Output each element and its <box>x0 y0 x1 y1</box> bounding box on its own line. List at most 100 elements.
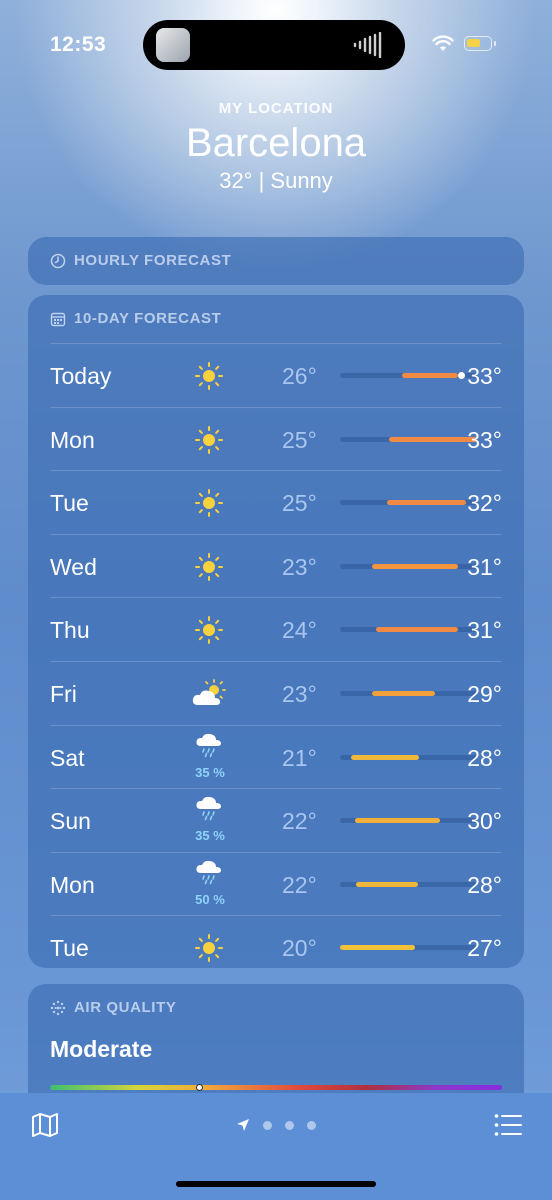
temp-range-track <box>340 563 477 569</box>
temp-range-bar <box>401 373 458 378</box>
current-summary: 32° | Sunny <box>219 168 333 193</box>
forecast-row[interactable]: Tue 25° 32° <box>50 470 502 534</box>
low-temp: 25° <box>282 490 317 517</box>
page-dot <box>285 1120 294 1130</box>
sun-icon <box>194 615 224 645</box>
current-temp-marker <box>458 372 466 379</box>
clock-icon <box>50 253 66 268</box>
ten-day-forecast-header: 10-DAY FORECAST <box>50 310 221 327</box>
forecast-day: Mon <box>50 871 95 898</box>
high-temp: 28° <box>467 744 502 771</box>
forecast-day: Fri <box>50 680 77 707</box>
battery-icon <box>464 36 496 51</box>
sun-icon <box>194 425 224 455</box>
rain-cloud-icon <box>194 859 224 889</box>
forecast-day: Thu <box>50 617 90 644</box>
temp-range-bar <box>356 881 419 887</box>
rain-cloud-icon <box>194 795 224 825</box>
forecast-row[interactable]: Mon 25° 33° <box>50 406 502 471</box>
air-quality-title: AIR QUALITY <box>74 999 177 1016</box>
high-temp: 28° <box>467 871 502 898</box>
now-playing-thumbnail <box>156 28 190 62</box>
low-temp: 26° <box>282 363 317 389</box>
forecast-day: Tue <box>50 490 89 517</box>
temp-range-bar <box>340 945 416 951</box>
status-time: 12:53 <box>50 33 107 56</box>
temp-range-track <box>340 436 477 442</box>
high-temp: 27° <box>467 935 502 962</box>
forecast-day: Sat <box>50 744 85 771</box>
hourly-forecast-card[interactable]: HOURLY FORECAST <box>28 237 524 285</box>
high-temp: 31° <box>467 553 502 580</box>
high-temp: 30° <box>467 808 502 835</box>
temp-range-bar <box>375 627 458 633</box>
low-temp: 24° <box>282 617 317 644</box>
status-bar: 12:53 <box>0 0 552 90</box>
partly-cloudy-icon <box>190 679 226 709</box>
temp-range-track <box>340 818 477 824</box>
temp-range-bar <box>386 500 467 506</box>
temp-range-track <box>340 945 477 951</box>
low-temp: 23° <box>282 553 317 580</box>
temp-range-bar <box>371 563 458 569</box>
temp-range-track <box>340 627 477 633</box>
forecast-rows: Today 26° 33° Mon 25° 33° Tue 25° 32° Wed 23° 31° Th… <box>50 343 502 979</box>
forecast-day: Tue <box>50 935 89 962</box>
air-quality-header: AIR QUALITY <box>50 999 176 1016</box>
forecast-row[interactable]: Sun 35 % 22° 30° <box>50 788 502 852</box>
location-arrow-icon <box>237 1119 249 1131</box>
city-name: Barcelona <box>185 121 367 165</box>
location-label: MY LOCATION <box>218 100 334 117</box>
high-temp: 33° <box>467 363 502 389</box>
forecast-row[interactable]: Sat 35 % 21° 28° <box>50 724 502 789</box>
ten-day-forecast-title: 10-DAY FORECAST <box>74 310 222 327</box>
sun-icon <box>194 361 224 391</box>
list-icon[interactable] <box>494 1113 522 1137</box>
page-dot <box>307 1120 316 1130</box>
rain-cloud-icon <box>194 732 224 762</box>
dynamic-island[interactable] <box>143 20 405 70</box>
forecast-row[interactable]: Wed 23° 31° <box>50 533 502 598</box>
forecast-row[interactable]: Mon 50 % 22° 28° <box>50 851 502 916</box>
sun-icon <box>194 488 224 518</box>
bottom-toolbar <box>0 1093 552 1200</box>
calendar-icon <box>50 312 66 326</box>
air-quality-scale <box>50 1084 502 1091</box>
page-dot <box>263 1120 272 1130</box>
temp-range-bar <box>389 436 477 442</box>
low-temp: 21° <box>282 744 317 771</box>
home-indicator <box>176 1181 376 1187</box>
sun-icon <box>194 933 224 963</box>
sun-icon <box>194 552 224 582</box>
temp-range-track <box>340 690 477 696</box>
hourly-forecast-title: HOURLY FORECAST <box>74 252 232 269</box>
audio-waveform-icon <box>353 32 382 58</box>
hourly-forecast-header: HOURLY FORECAST <box>50 252 231 269</box>
low-temp: 23° <box>282 680 317 707</box>
page-indicator[interactable] <box>0 1118 552 1132</box>
temp-range-bar <box>350 754 420 760</box>
forecast-day: Today <box>50 363 112 389</box>
precip-chance: 50 % <box>195 891 225 907</box>
high-temp: 32° <box>467 490 502 517</box>
forecast-row[interactable]: Thu 24° 31° <box>50 597 502 661</box>
temp-range-bar <box>355 818 440 824</box>
forecast-row[interactable]: Tue 20° 27° <box>50 915 502 979</box>
temp-range-track <box>340 881 477 887</box>
ten-day-forecast-card[interactable]: 10-DAY FORECAST Today 26° 33° Mon 25° 33° Tue 2… <box>28 295 524 968</box>
location-header: MY LOCATION Barcelona 32° | Sunny <box>0 100 552 194</box>
forecast-day: Mon <box>50 426 95 453</box>
high-temp: 31° <box>467 617 502 644</box>
air-quality-marker <box>195 1084 203 1091</box>
high-temp: 33° <box>467 426 502 453</box>
high-temp: 29° <box>467 680 502 707</box>
forecast-row[interactable]: Fri 23° 29° <box>50 660 502 725</box>
low-temp: 25° <box>282 426 317 453</box>
air-quality-level: Moderate <box>50 1036 153 1062</box>
low-temp: 22° <box>282 871 317 898</box>
forecast-row[interactable]: Today 26° 33° <box>50 343 502 407</box>
forecast-day: Sun <box>50 808 91 835</box>
precip-chance: 35 % <box>195 828 225 844</box>
temp-range-bar <box>371 690 435 696</box>
low-temp: 22° <box>282 808 317 835</box>
